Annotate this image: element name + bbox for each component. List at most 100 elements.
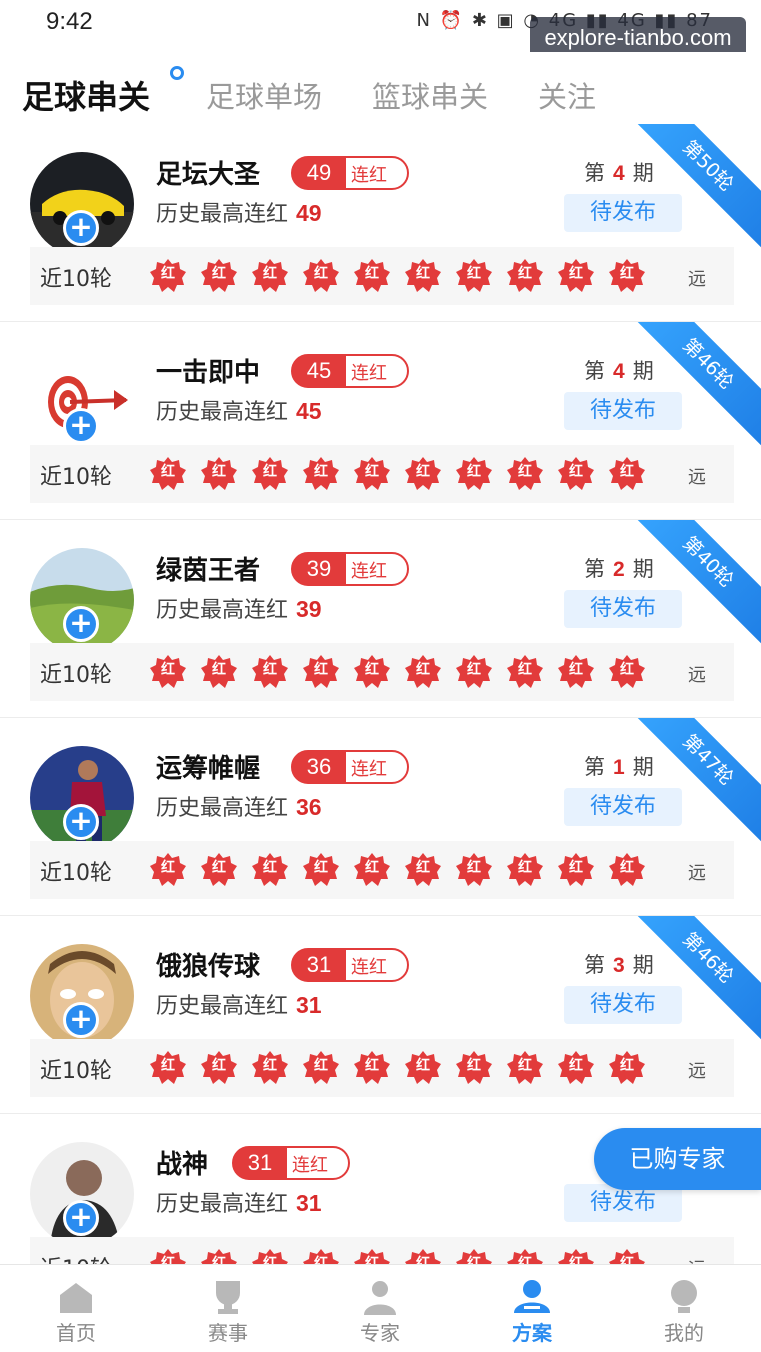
history-label: 历史最高连红: [156, 1192, 289, 1217]
top-tabs: 足球串关 足球单场 篮球串关 关注: [0, 52, 761, 124]
follow-plus-icon[interactable]: +: [63, 1002, 99, 1038]
nav-label: 首页: [56, 1321, 96, 1345]
streak-count: 36: [292, 751, 346, 783]
tab-basketball-parlay[interactable]: 篮球串关: [372, 74, 488, 116]
far-label: 远: [688, 863, 706, 884]
period-info: 第2期: [584, 553, 654, 583]
red-badge-icon: 红: [150, 655, 186, 689]
streak-badge: 31 连红: [291, 948, 409, 982]
red-badge-icon: 红: [405, 1051, 441, 1085]
follow-plus-icon[interactable]: +: [63, 1200, 99, 1236]
pending-button[interactable]: 待发布: [564, 392, 682, 430]
follow-plus-icon[interactable]: +: [63, 804, 99, 840]
streak-count: 31: [292, 949, 346, 981]
nav-plans[interactable]: 方案: [456, 1265, 608, 1352]
red-badge-label: 红: [569, 1058, 583, 1074]
history-best-streak: 历史最高连红 31: [156, 988, 322, 1020]
red-badge-icon: 红: [303, 457, 339, 491]
nav-matches[interactable]: 赛事: [152, 1265, 304, 1352]
red-badge-icon: 红: [456, 1051, 492, 1085]
red-badge-label: 红: [212, 1058, 226, 1074]
red-badge-icon: 红: [609, 457, 645, 491]
period-suffix: 期: [632, 557, 654, 581]
follow-plus-icon[interactable]: +: [63, 210, 99, 246]
red-badge-icon: 红: [201, 655, 237, 689]
expert-card[interactable]: + 饿狼传球 31 连红 历史最高连红 31 第 3 期待发布 第46轮 近10轮红红红红红红红红红…: [0, 916, 761, 1114]
nav-label: 专家: [360, 1321, 400, 1345]
expert-card[interactable]: + 运筹帷幄 36 连红 历史最高连红 36 第 1 期待发布 第47轮 近10轮红红红红红红红红红…: [0, 718, 761, 916]
red-badge-label: 红: [569, 860, 583, 876]
streak-label: 连红: [351, 957, 387, 978]
red-badge-icon: 红: [303, 259, 339, 293]
red-badge-icon: 红: [303, 853, 339, 887]
far-label: 远: [688, 665, 706, 686]
red-badge-icon: 红: [252, 853, 288, 887]
period-suffix: 期: [632, 755, 654, 779]
red-badge-label: 红: [263, 464, 277, 480]
red-badge-label: 红: [518, 464, 532, 480]
streak-count: 49: [292, 157, 346, 189]
red-badge-label: 红: [263, 1058, 277, 1074]
expert-name: 一击即中: [156, 358, 261, 388]
red-badge-icon: 红: [405, 655, 441, 689]
red-badge-label: 红: [518, 662, 532, 678]
tab-football-single[interactable]: 足球单场: [206, 74, 322, 116]
nav-home[interactable]: 首页: [0, 1265, 152, 1352]
recent-results-row: 近10轮 红 红 红 红 红 红 红 红 红 红 远: [30, 643, 734, 701]
home-icon: [60, 1283, 92, 1313]
tab-football-parlay[interactable]: 足球串关: [22, 72, 150, 118]
history-label: 历史最高连红: [156, 202, 289, 227]
recent-label: 近10轮: [40, 1059, 112, 1084]
red-badge-label: 红: [416, 1058, 430, 1074]
nav-mine[interactable]: 我的: [608, 1265, 760, 1352]
red-badge-label: 红: [365, 662, 379, 678]
expert-name: 战神: [156, 1150, 209, 1180]
streak-badge: 39 连红: [291, 552, 409, 586]
history-best-streak: 历史最高连红 49: [156, 196, 322, 228]
red-badge-label: 红: [467, 662, 481, 678]
red-badge-icon: 红: [252, 457, 288, 491]
red-badge-icon: 红: [558, 457, 594, 491]
expert-name: 足坛大圣: [156, 160, 261, 190]
red-badge-icon: 红: [609, 259, 645, 293]
far-label: 远: [688, 269, 706, 290]
trophy-icon: [216, 1281, 240, 1314]
history-value: 45: [296, 398, 322, 424]
period-prefix: 第: [584, 755, 605, 779]
pending-button[interactable]: 待发布: [564, 788, 682, 826]
pending-button[interactable]: 待发布: [564, 986, 682, 1024]
history-value: 31: [296, 1190, 322, 1216]
red-badge-icon: 红: [252, 655, 288, 689]
pending-button[interactable]: 待发布: [564, 590, 682, 628]
recent-results-row: 近10轮 红 红 红 红 红 红 红 红 红 红 远: [30, 841, 734, 899]
expert-name: 运筹帷幄: [156, 754, 261, 784]
red-badge-icon: 红: [150, 259, 186, 293]
red-badge-label: 红: [212, 860, 226, 876]
recent-label: 近10轮: [40, 267, 112, 292]
follow-plus-icon[interactable]: +: [63, 408, 99, 444]
red-badge-icon: 红: [405, 457, 441, 491]
expert-card[interactable]: + 足坛大圣 49 连红 历史最高连红 49 第 4 期待发布 第50轮 近10轮红红红红红红红红红…: [0, 124, 761, 322]
history-best-streak: 历史最高连红 39: [156, 592, 322, 624]
period-info: 第1期: [584, 751, 654, 781]
period-prefix: 第: [584, 161, 605, 185]
history-best-streak: 历史最高连红 36: [156, 790, 322, 822]
follow-plus-icon[interactable]: +: [63, 606, 99, 642]
recent-label: 近10轮: [40, 465, 112, 490]
nav-label: 方案: [512, 1321, 552, 1345]
nav-experts[interactable]: 专家: [304, 1265, 456, 1352]
history-label: 历史最高连红: [156, 400, 289, 425]
tab-follow[interactable]: 关注: [538, 74, 596, 116]
expert-card[interactable]: + 一击即中 45 连红 历史最高连红 45 第 4 期待发布 第46轮 近10轮红红红红红红红红红…: [0, 322, 761, 520]
expert-card[interactable]: + 绿茵王者 39 连红 历史最高连红 39 第 2 期待发布 第40轮 近10轮红红红红红红红红红…: [0, 520, 761, 718]
red-badge-label: 红: [212, 266, 226, 282]
red-badge-icon: 红: [354, 259, 390, 293]
red-badge-label: 红: [620, 662, 634, 678]
streak-label: 连红: [351, 561, 387, 582]
red-badge-label: 红: [467, 1058, 481, 1074]
red-badge-icon: 红: [303, 655, 339, 689]
period-info: 第4期: [584, 355, 654, 385]
pending-button[interactable]: 待发布: [564, 194, 682, 232]
recent-results-row: 近10轮 红 红 红 红 红 红 红 红 红 红 远: [30, 1039, 734, 1097]
purchased-experts-button[interactable]: 已购专家: [594, 1128, 761, 1190]
